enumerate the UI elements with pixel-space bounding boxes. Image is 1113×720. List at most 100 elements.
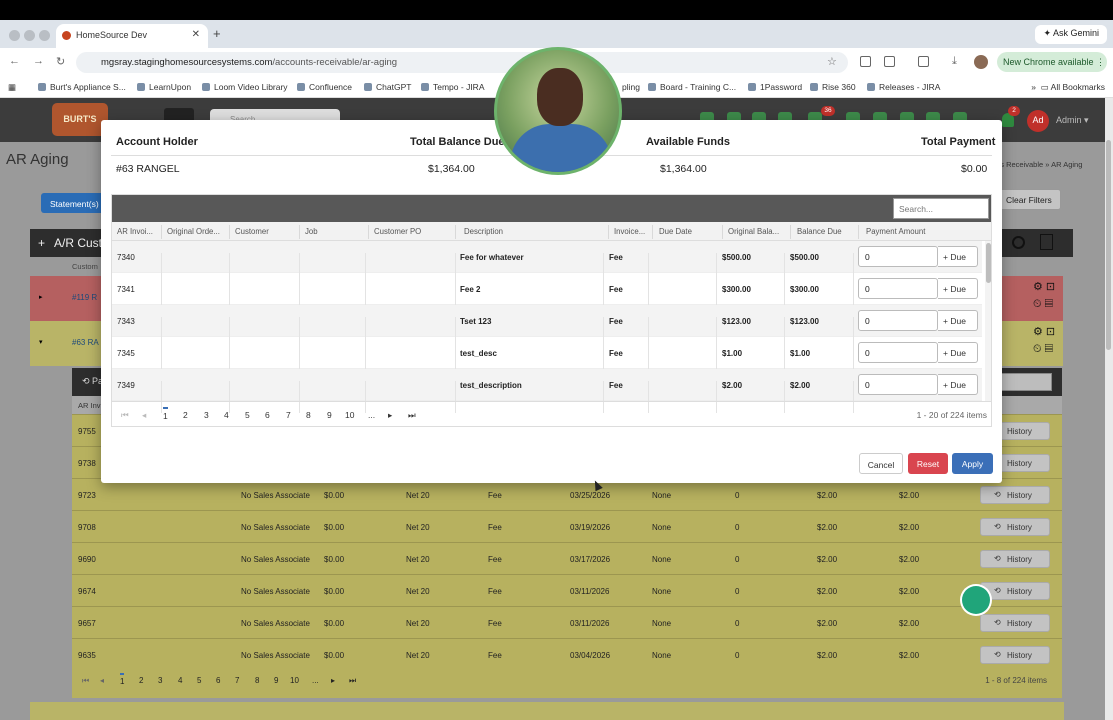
- bookmark-item[interactable]: Releases - JIRA: [867, 82, 940, 92]
- extension-icon[interactable]: [860, 56, 871, 67]
- clear-filters-button[interactable]: Clear Filters: [999, 189, 1061, 210]
- page-link[interactable]: 4: [224, 410, 229, 420]
- page-link[interactable]: 8: [306, 410, 311, 420]
- payment-amount-input[interactable]: 0: [858, 342, 938, 363]
- page-link[interactable]: ...: [312, 676, 319, 685]
- forward-icon[interactable]: →: [33, 55, 44, 67]
- brand-logo[interactable]: BURT'S: [52, 103, 108, 136]
- column-divider[interactable]: [858, 225, 859, 239]
- column-header[interactable]: Customer: [235, 227, 269, 236]
- history-button[interactable]: History: [980, 518, 1050, 536]
- column-header[interactable]: Due Date: [659, 227, 692, 236]
- page-link[interactable]: 6: [265, 410, 270, 420]
- page-link[interactable]: 10: [290, 676, 299, 685]
- column-header[interactable]: AR Invoi...: [117, 227, 153, 236]
- payment-amount-input[interactable]: 0: [858, 278, 938, 299]
- prev-page-icon[interactable]: ◂: [100, 676, 104, 685]
- bookmark-item[interactable]: 1Password: [748, 82, 802, 92]
- bookmark-item[interactable]: LearnUpon: [137, 82, 191, 92]
- page-link[interactable]: 5: [245, 410, 250, 420]
- expand-plus-icon[interactable]: +: [38, 236, 45, 250]
- bookmark-item[interactable]: Loom Video Library: [202, 82, 288, 92]
- column-header[interactable]: Description: [464, 227, 503, 236]
- browser-tab[interactable]: HomeSource Dev ✕: [56, 24, 208, 48]
- new-tab-icon[interactable]: +: [213, 26, 221, 41]
- bookmark-item[interactable]: pling: [622, 82, 640, 92]
- ask-gemini-button[interactable]: ✦ Ask Gemini: [1035, 25, 1107, 44]
- window-minimize-dot[interactable]: [24, 30, 35, 41]
- page-link[interactable]: 8: [255, 676, 259, 685]
- grammarly-icon[interactable]: [962, 586, 990, 614]
- last-page-icon[interactable]: ⏭: [349, 676, 356, 686]
- chrome-update-button[interactable]: New Chrome available ⋮: [997, 52, 1107, 72]
- breadcrumb[interactable]: nts Receivable » AR Aging: [994, 160, 1082, 169]
- column-divider[interactable]: [229, 225, 230, 239]
- column-header[interactable]: AR Inv: [78, 401, 101, 410]
- download-icon[interactable]: ⤓: [952, 55, 957, 68]
- expand-arrow-icon[interactable]: ▸: [39, 293, 43, 301]
- page-link[interactable]: 9: [274, 676, 278, 685]
- bookmark-item[interactable]: ChatGPT: [364, 82, 411, 92]
- apps-grid-icon[interactable]: ▦: [8, 82, 16, 93]
- column-divider[interactable]: [652, 225, 653, 239]
- customer-link[interactable]: #119 R: [72, 293, 97, 302]
- table-row[interactable]: 9657 No Sales Associate $0.00 Net 20 Fee 03/1…: [72, 606, 1062, 638]
- column-divider[interactable]: [608, 225, 609, 239]
- user-avatar[interactable]: Ad: [1027, 110, 1049, 132]
- page-link[interactable]: ...: [368, 410, 375, 420]
- reload-icon[interactable]: ↻: [56, 55, 65, 68]
- admin-menu[interactable]: Admin ▾: [1056, 115, 1089, 126]
- column-header[interactable]: Payment Amount: [866, 227, 925, 236]
- table-row[interactable]: 9635 No Sales Associate $0.00 Net 20 Fee 03/0…: [72, 638, 1062, 670]
- bookmark-item[interactable]: Burt's Appliance S...: [38, 82, 126, 92]
- grid-search-input[interactable]: Search...: [893, 198, 989, 219]
- invoice-row[interactable]: 7345 test_desc Fee $1.00 $1.00 0 + Due: [112, 337, 982, 381]
- page-link[interactable]: 4: [178, 676, 182, 685]
- payment-amount-input[interactable]: 0: [858, 246, 938, 267]
- export-icon[interactable]: [1040, 234, 1053, 250]
- history-button[interactable]: History: [980, 550, 1050, 568]
- next-page-icon[interactable]: ▸: [331, 676, 335, 685]
- column-header[interactable]: Job: [305, 227, 318, 236]
- bookmark-item[interactable]: Confluence: [297, 82, 352, 92]
- add-due-button[interactable]: + Due: [938, 342, 978, 363]
- tab-close-icon[interactable]: ✕: [192, 29, 200, 40]
- subtable-refresh-icon[interactable]: ⟲ Pa: [82, 376, 103, 387]
- invoice-row[interactable]: 7349 test_description Fee $2.00 $2.00 0 …: [112, 369, 982, 413]
- column-divider[interactable]: [455, 225, 456, 239]
- next-page-icon[interactable]: ▸: [388, 410, 392, 421]
- history-button[interactable]: History: [980, 646, 1050, 664]
- invoice-row[interactable]: 7340 Fee for whatever Fee $500.00 $500.0…: [112, 241, 982, 285]
- history-button[interactable]: History: [980, 614, 1050, 632]
- column-header[interactable]: Original Bala...: [728, 227, 779, 236]
- page-link[interactable]: 6: [216, 676, 220, 685]
- invoice-row[interactable]: 7343 Tset 123 Fee $123.00 $123.00 0 + Du…: [112, 305, 982, 349]
- column-divider[interactable]: [161, 225, 162, 239]
- collapse-arrow-icon[interactable]: ▾: [39, 338, 43, 346]
- page-link[interactable]: 3: [204, 410, 209, 420]
- page-link[interactable]: 2: [139, 676, 143, 685]
- bookmark-star-icon[interactable]: ☆: [827, 55, 837, 68]
- page-link[interactable]: 10: [345, 410, 354, 420]
- column-header[interactable]: Original Orde...: [167, 227, 220, 236]
- address-bar[interactable]: mgsray.staginghomesourcesystems.com/acco…: [76, 52, 848, 73]
- cancel-button[interactable]: Cancel: [859, 453, 903, 474]
- invoice-row[interactable]: 7341 Fee 2 Fee $300.00 $300.00 0 + Due: [112, 273, 982, 317]
- window-close-dot[interactable]: [9, 30, 20, 41]
- first-page-icon[interactable]: ⏮: [121, 410, 129, 421]
- add-due-button[interactable]: + Due: [938, 246, 978, 267]
- table-row[interactable]: 9708 No Sales Associate $0.00 Net 20 Fee 03/1…: [72, 510, 1062, 542]
- page-scrollbar-thumb[interactable]: [1106, 140, 1111, 350]
- page-link[interactable]: 7: [235, 676, 239, 685]
- bookmark-item[interactable]: Board - Training C...: [648, 82, 736, 92]
- column-divider[interactable]: [790, 225, 791, 239]
- statements-button[interactable]: Statement(s): [41, 193, 105, 213]
- column-header[interactable]: Balance Due: [797, 227, 842, 236]
- page-link[interactable]: 2: [183, 410, 188, 420]
- back-icon[interactable]: ←: [9, 55, 20, 67]
- column-divider[interactable]: [299, 225, 300, 239]
- table-row[interactable]: 9690 No Sales Associate $0.00 Net 20 Fee 03/1…: [72, 542, 1062, 574]
- page-link[interactable]: 1: [120, 673, 125, 686]
- grid-scrollbar-thumb[interactable]: [986, 243, 991, 283]
- page-link[interactable]: 3: [158, 676, 162, 685]
